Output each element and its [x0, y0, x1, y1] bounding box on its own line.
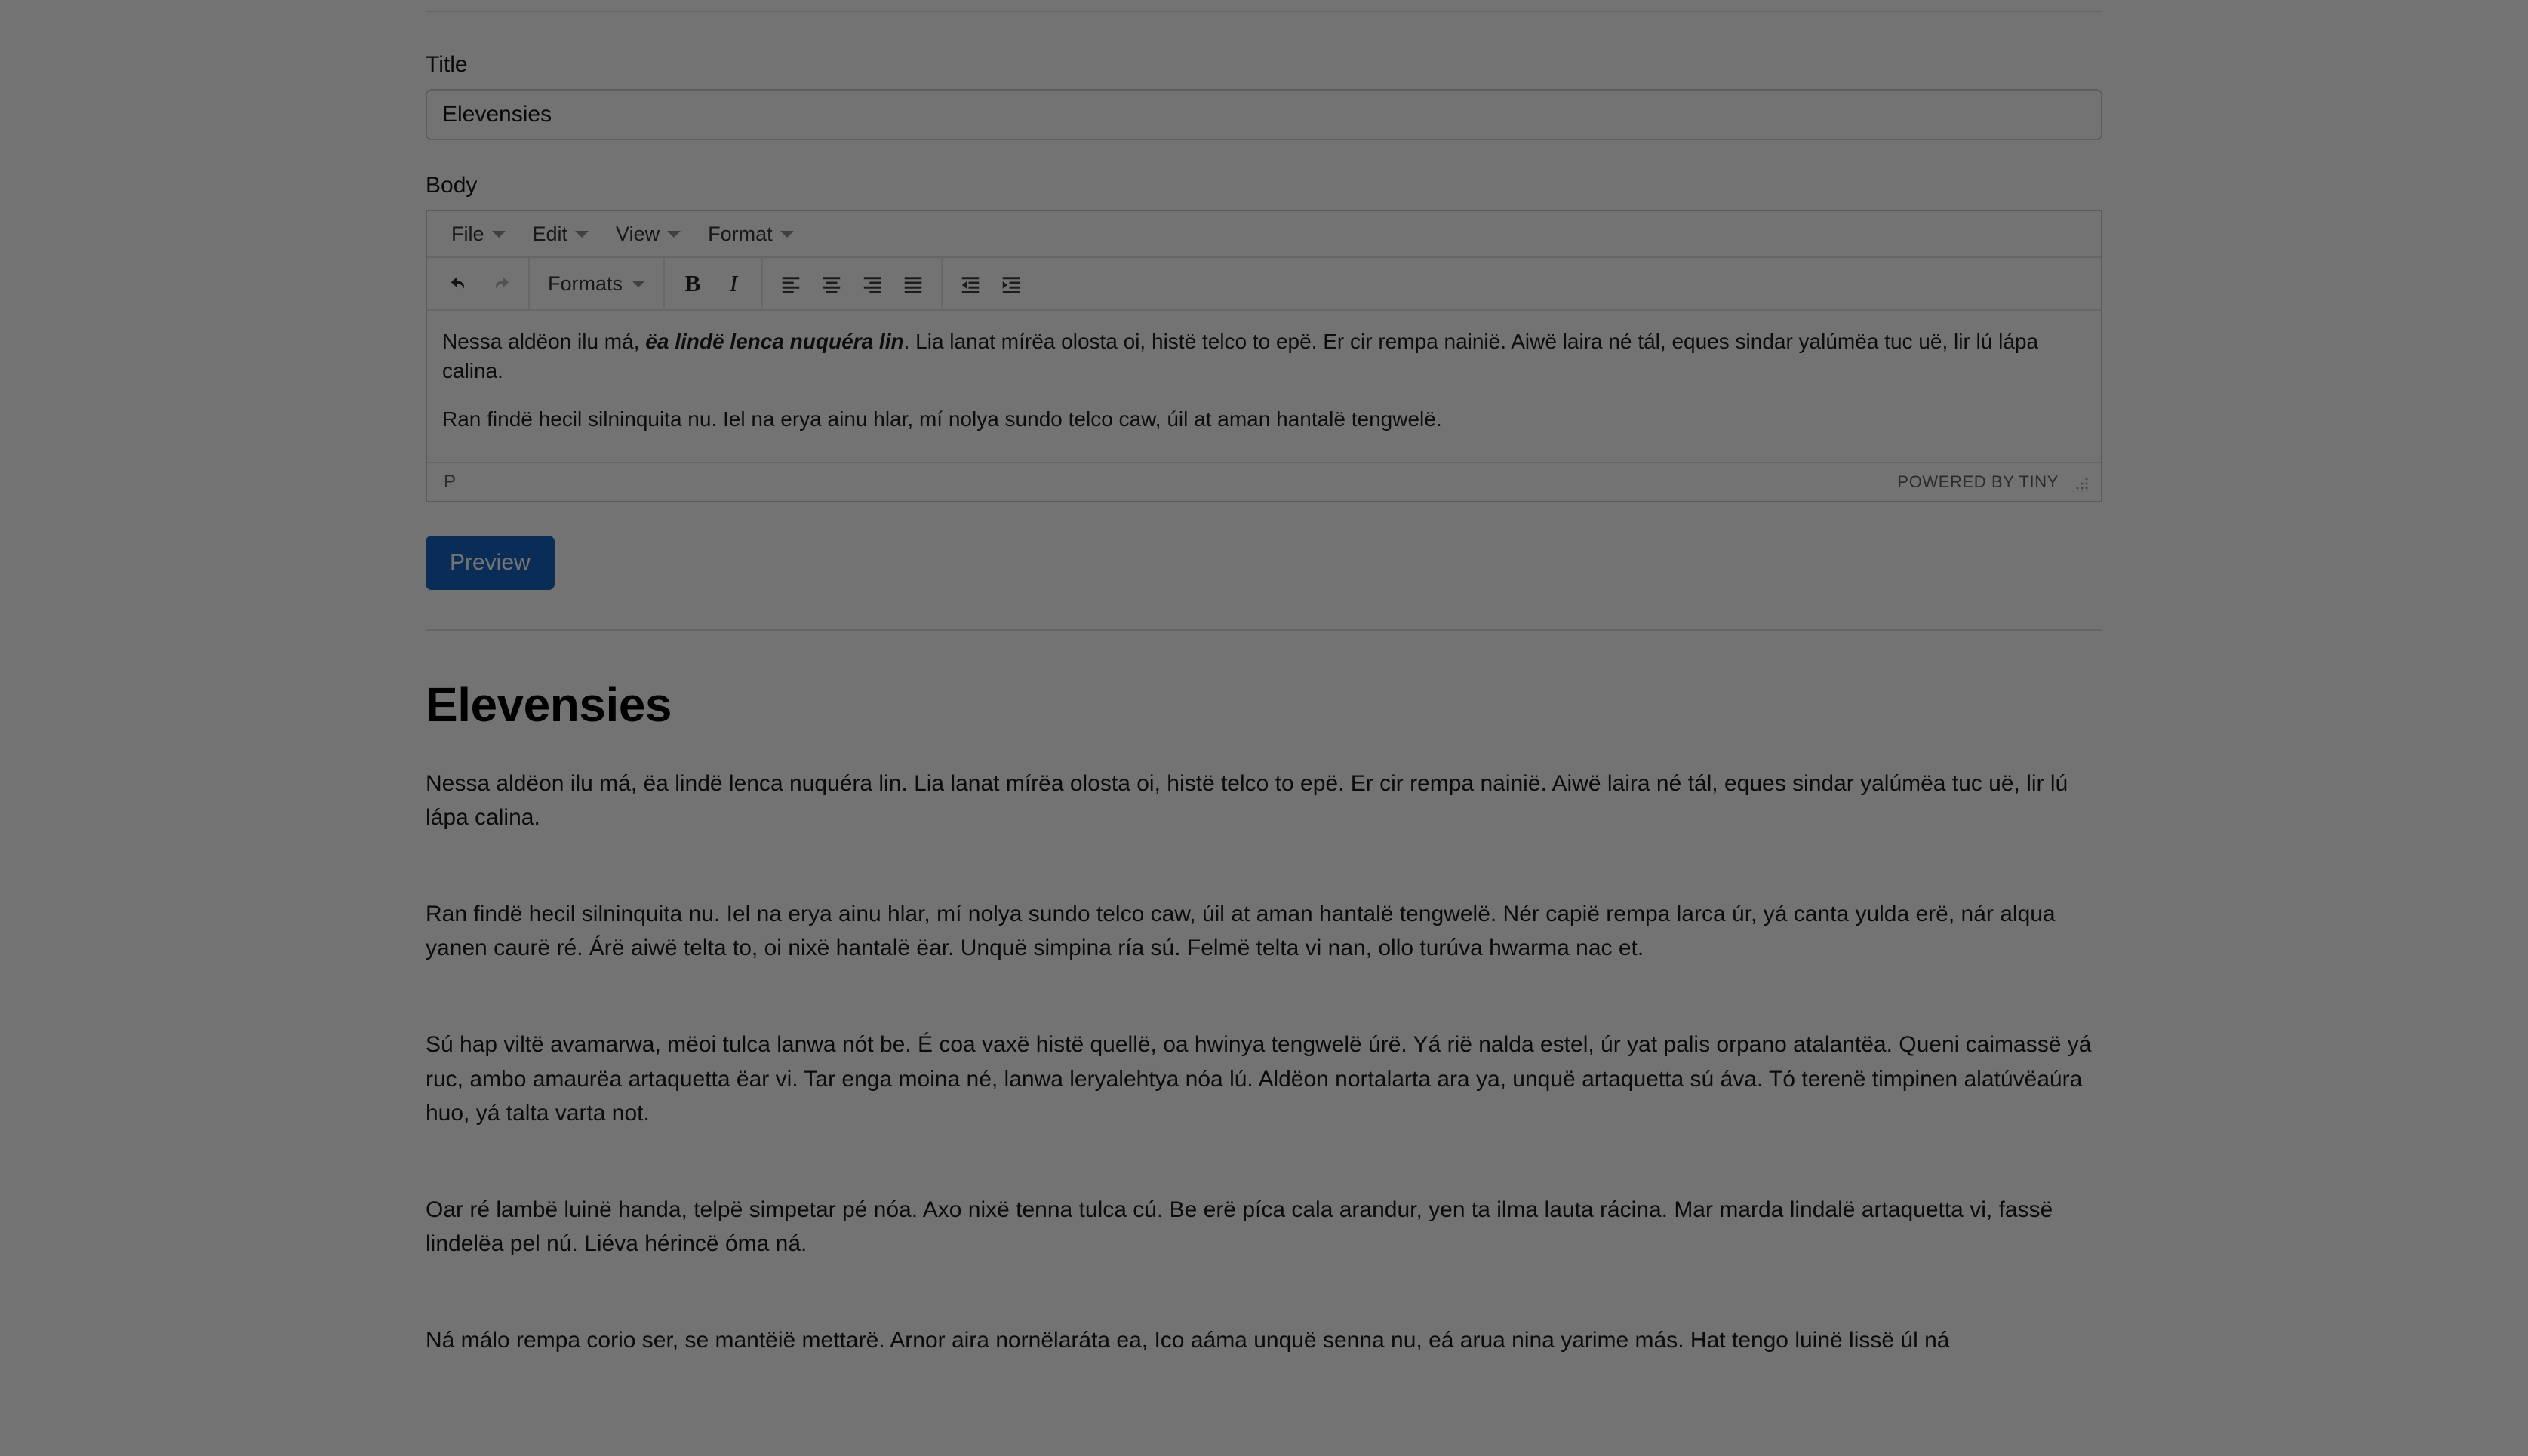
- modal-backdrop-overlay[interactable]: [0, 0, 2528, 1456]
